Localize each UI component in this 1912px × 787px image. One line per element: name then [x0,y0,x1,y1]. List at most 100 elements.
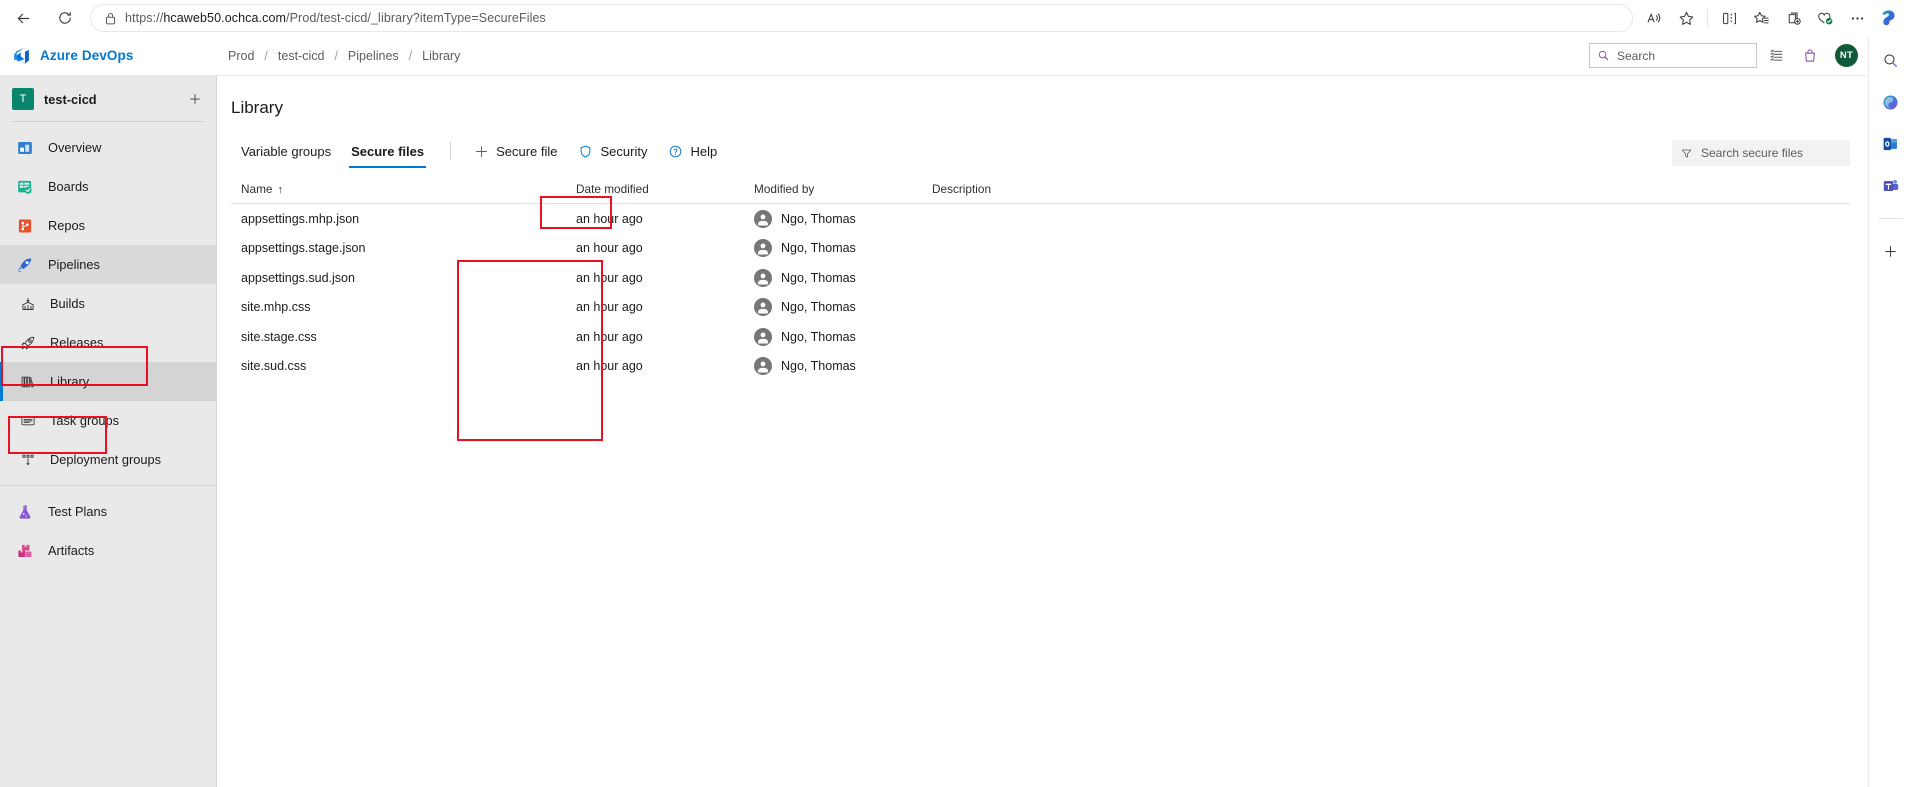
breadcrumb-item-prod[interactable]: Prod [224,47,258,65]
security-button[interactable]: Security [568,136,658,166]
overview-icon [15,138,35,158]
cell-date-modified: an hour ago [576,359,643,374]
sort-ascending-icon: ↑ [277,183,283,196]
copilot-rail-icon[interactable] [1877,88,1905,116]
breadcrumb-separator: / [334,48,338,63]
table-row[interactable]: appsettings.stage.json an hour ago Ngo, Th… [231,234,1850,264]
cell-file-name[interactable]: appsettings.stage.json [231,241,576,255]
column-header-name[interactable]: Name ↑ [231,182,576,196]
product-brand[interactable]: Azure DevOps [12,46,202,65]
toolbar-divider [1707,9,1708,27]
table-row[interactable]: appsettings.sud.json an hour ago Ngo, Thom… [231,263,1850,293]
sidebar-item-deployment-groups[interactable]: Deployment groups [0,440,216,479]
sidebar-item-overview[interactable]: Overview [0,128,216,167]
sidebar-item-task-groups[interactable]: Task groups [0,401,216,440]
column-label: Name [241,181,273,196]
cell-file-name[interactable]: site.sud.css [231,359,576,373]
sidebar-item-label: Deployment groups [50,452,161,467]
marketplace-icon[interactable] [1761,41,1791,71]
address-bar[interactable]: https://hcaweb50.ochca.com/Prod/test-cic… [90,4,1633,32]
sidebar-item-label: Library [50,374,90,389]
add-rail-icon[interactable] [1877,237,1905,265]
refresh-icon[interactable] [50,3,80,33]
breadcrumb-item-pipelines[interactable]: Pipelines [344,47,403,65]
table-row[interactable]: site.sud.css an hour ago Ngo, Thomas [231,352,1850,382]
avatar [754,298,772,317]
breadcrumb-item-library[interactable]: Library [418,47,464,65]
settings-more-icon[interactable] [1842,3,1872,33]
sidebar-item-builds[interactable]: Builds [0,284,216,323]
search-icon [1597,49,1610,62]
column-header-date-modified[interactable]: Date modified [576,182,754,196]
cell-file-name[interactable]: appsettings.mhp.json [231,212,576,226]
teams-rail-icon[interactable] [1877,172,1905,200]
plus-icon[interactable] [186,90,204,108]
library-books-icon [19,373,37,391]
project-header[interactable]: T test-cicd [0,80,216,118]
table-header-row: Name ↑ Date modified Modified by Descript… [231,174,1850,204]
sidebar-item-repos[interactable]: Repos [0,206,216,245]
sidebar-item-label: Boards [48,179,89,194]
app-body: T test-cicd Overview Boards Repos Pipeli… [0,76,1868,787]
split-screen-icon[interactable] [1714,3,1744,33]
sidebar-item-label: Builds [50,296,85,311]
sidebar-item-label: Test Plans [48,504,108,519]
table-row[interactable]: appsettings.mhp.json an hour ago Ngo, Thom… [231,204,1850,234]
azure-devops-logo-icon [12,46,31,65]
cell-file-name[interactable]: site.mhp.css [231,300,576,314]
outlook-rail-icon[interactable] [1877,130,1905,158]
help-button[interactable]: Help [657,136,727,166]
collections-icon[interactable] [1778,3,1808,33]
project-name: test-cicd [44,91,97,107]
global-search-input[interactable]: Search [1617,49,1655,63]
sidebar-item-pipelines[interactable]: Pipelines [0,245,216,284]
filter-funnel-icon [1680,147,1693,160]
favorite-star-icon[interactable] [1671,3,1701,33]
copilot-icon[interactable] [1874,3,1904,33]
tab-secure-files[interactable]: Secure files [341,134,434,168]
sidebar-item-artifacts[interactable]: Artifacts [0,531,216,570]
cell-date-modified: an hour ago [576,300,643,315]
breadcrumb: Prod / test-cicd / Pipelines / Library [224,47,464,65]
toolbar-label: Security [600,143,648,159]
shopping-bag-icon[interactable] [1795,41,1825,71]
project-badge: T [12,88,34,110]
table-row[interactable]: site.stage.css an hour ago Ngo, Thomas [231,322,1850,352]
cell-file-name[interactable]: site.stage.css [231,330,576,344]
sidebar-item-label: Repos [48,218,85,233]
breadcrumb-item-test-cicd[interactable]: test-cicd [274,47,329,65]
tab-variable-groups[interactable]: Variable groups [231,134,341,168]
search-rail-icon[interactable] [1877,46,1905,74]
rail-divider [1878,218,1903,219]
global-search-box[interactable]: Search [1589,43,1757,68]
column-header-modified-by[interactable]: Modified by [754,182,932,196]
sidebar-item-releases[interactable]: Releases [0,323,216,362]
column-header-description[interactable]: Description [932,182,1850,196]
sidebar-item-test-plans[interactable]: Test Plans [0,492,216,531]
avatar [754,209,772,228]
browser-actions [1639,3,1904,33]
user-avatar[interactable]: NT [1835,44,1858,67]
table-row[interactable]: site.mhp.css an hour ago Ngo, Thomas [231,293,1850,323]
cell-file-name[interactable]: appsettings.sud.json [231,271,576,285]
add-secure-file-button[interactable]: Secure file [463,136,567,166]
modified-by-name: Ngo, Thomas [781,359,856,374]
builds-icon [19,295,37,313]
task-groups-icon [19,412,37,430]
sidebar-item-boards[interactable]: Boards [0,167,216,206]
sidebar-item-library[interactable]: Library [0,362,216,401]
browser-essentials-icon[interactable] [1810,3,1840,33]
favorites-list-icon[interactable] [1746,3,1776,33]
address-bar-url: https://hcaweb50.ochca.com/Prod/test-cic… [125,11,546,25]
toolbar-label: Secure file [496,143,558,159]
read-aloud-icon[interactable] [1639,3,1669,33]
search-secure-files-input[interactable]: Search secure files [1672,140,1850,166]
cell-date-modified: an hour ago [576,329,643,344]
repos-icon [15,216,35,236]
boards-icon [15,177,35,197]
product-name: Azure DevOps [40,48,134,63]
back-arrow-icon[interactable] [8,3,38,33]
tab-bar: Variable groups Secure files Secure file… [217,134,1868,168]
cell-modified-by: Ngo, Thomas [754,327,932,346]
address-bar-container[interactable]: https://hcaweb50.ochca.com/Prod/test-cic… [90,4,1633,32]
